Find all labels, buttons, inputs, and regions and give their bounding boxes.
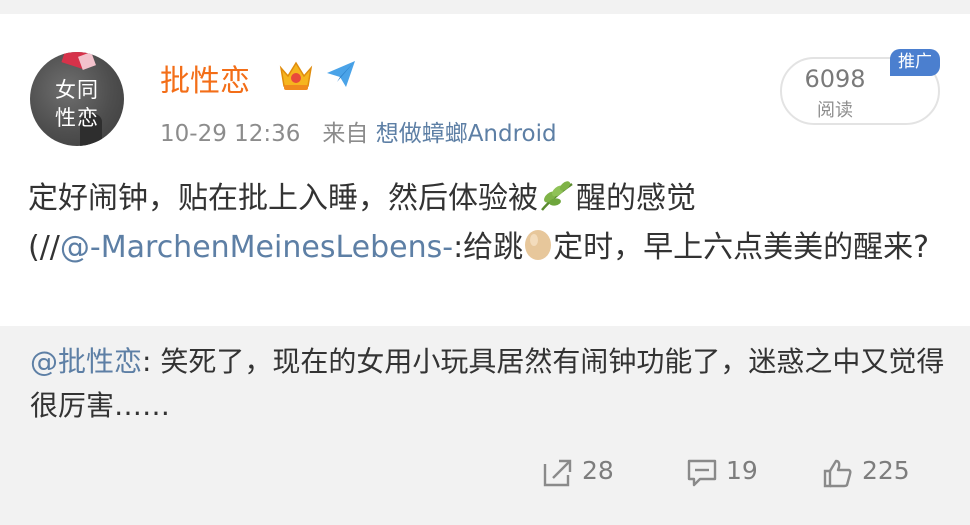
egg-emoji-icon (525, 230, 552, 260)
read-label: 阅读 (817, 100, 853, 121)
post-text-after-emoji: 醒的感觉 (576, 181, 696, 216)
read-count: 6098 (804, 65, 866, 93)
forward-icon (543, 459, 572, 487)
repost-text: @批性恋: 笑死了，现在的女用小玩具居然有闹钟功能了，迷惑之中又觉得很厉害…… (30, 340, 945, 428)
thumbs-up-icon (823, 459, 852, 488)
repost-chain-text-2: 定时，早上六点美美的醒来? (553, 230, 930, 265)
repost-mention[interactable]: @批性恋 (30, 345, 142, 378)
top-divider-strip (0, 0, 970, 14)
avatar[interactable]: 女同 性恋 (30, 52, 124, 146)
paper-plane-icon[interactable] (324, 58, 358, 90)
username[interactable]: 批性恋 (160, 56, 250, 100)
comment-icon (687, 459, 717, 487)
post-time: 10-29 12:36 (160, 121, 301, 147)
post-meta: 10-29 12:36 来自 想做蟑螂Android (160, 114, 557, 148)
leaf-emoji-icon (541, 181, 573, 211)
repost-chain-prefix: (// (28, 230, 60, 265)
promo-badge: 推广 (890, 49, 940, 76)
avatar-text-line2: 性恋 (55, 106, 99, 130)
source-prefix: 来自 (322, 121, 369, 147)
repost-body: : 笑死了，现在的女用小玩具居然有闹钟功能了，迷惑之中又觉得很厉害…… (30, 345, 945, 422)
post-body: 定好闹钟，贴在批上入睡，然后体验被 醒的感觉 (//@-MarchenMeine… (28, 174, 948, 272)
repost-section[interactable]: @批性恋: 笑死了，现在的女用小玩具居然有闹钟功能了，迷惑之中又觉得很厉害…… … (0, 326, 970, 525)
post-text-main: 定好闹钟，贴在批上入睡，然后体验被 (28, 181, 538, 216)
comment-count: 19 (726, 456, 758, 485)
repost-chain-text-1: :给跳 (453, 230, 524, 265)
mention-link[interactable]: @-MarchenMeinesLebens- (60, 230, 453, 265)
source-link[interactable]: 想做蟑螂Android (376, 121, 557, 147)
forward-count: 28 (582, 456, 614, 485)
avatar-text-line1: 女同 (55, 78, 99, 102)
crown-icon[interactable] (278, 58, 314, 92)
like-count: 225 (862, 456, 910, 485)
